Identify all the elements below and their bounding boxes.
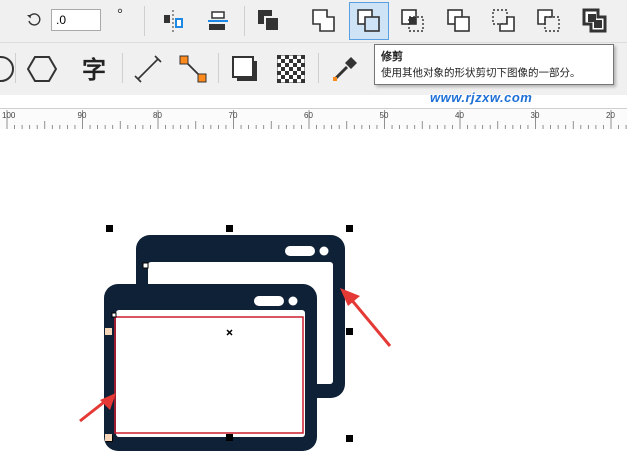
tooltip-title: 修剪 [381, 50, 403, 63]
simplify-icon[interactable] [442, 4, 476, 38]
ruler-label: 70 [228, 111, 238, 120]
dimension-tool-icon[interactable] [130, 51, 166, 87]
front-minus-back-icon[interactable] [487, 4, 521, 38]
pointer-arrow-right [340, 288, 392, 347]
tooltip-description: 使用其他对象的形状剪切下图像的一部分。 [381, 67, 581, 79]
ruler-label: 20 [606, 111, 615, 120]
rotation-input[interactable]: .0 [51, 9, 101, 31]
boundary-icon[interactable] [578, 4, 612, 38]
connector-tool-icon[interactable] [175, 51, 211, 87]
degree-symbol: ° [117, 6, 123, 23]
polygon-tool-icon[interactable] [24, 51, 60, 87]
ellipse-tool-icon[interactable] [0, 52, 16, 86]
ruler-label: 100 [2, 111, 16, 120]
mirror-icon[interactable] [157, 5, 189, 37]
site-watermark: www.rjzxw.com [430, 90, 533, 105]
drawing-canvas[interactable] [0, 129, 627, 470]
intersect-icon[interactable] [396, 4, 430, 38]
transparency-icon[interactable] [273, 51, 309, 87]
horizontal-ruler[interactable]: 100 90 80 70 60 50 40 30 20 [0, 108, 627, 130]
weld-icon[interactable] [307, 4, 341, 38]
ruler-label: 50 [379, 111, 389, 120]
ruler-label: 40 [455, 111, 464, 120]
text-tool-icon[interactable]: 字 [76, 51, 112, 87]
back-minus-front-icon[interactable] [252, 4, 286, 38]
align-icon[interactable] [202, 5, 234, 37]
ruler-label: 80 [153, 111, 162, 120]
front-window-shape[interactable] [104, 284, 317, 451]
property-bar: .0 ° [0, 0, 627, 43]
rotate-icon [24, 10, 44, 30]
trim-tooltip: 修剪 使用其他对象的形状剪切下图像的一部分。 [374, 44, 614, 85]
ruler-label: 60 [304, 111, 313, 120]
back-minus-front-alt-icon[interactable] [532, 4, 566, 38]
ruler-label: 30 [530, 111, 540, 120]
drop-shadow-icon[interactable] [227, 51, 263, 87]
trim-icon[interactable] [349, 2, 389, 40]
ruler-label: 90 [77, 111, 87, 120]
svg-text:字: 字 [82, 56, 106, 84]
eyedropper-icon[interactable] [327, 51, 363, 87]
